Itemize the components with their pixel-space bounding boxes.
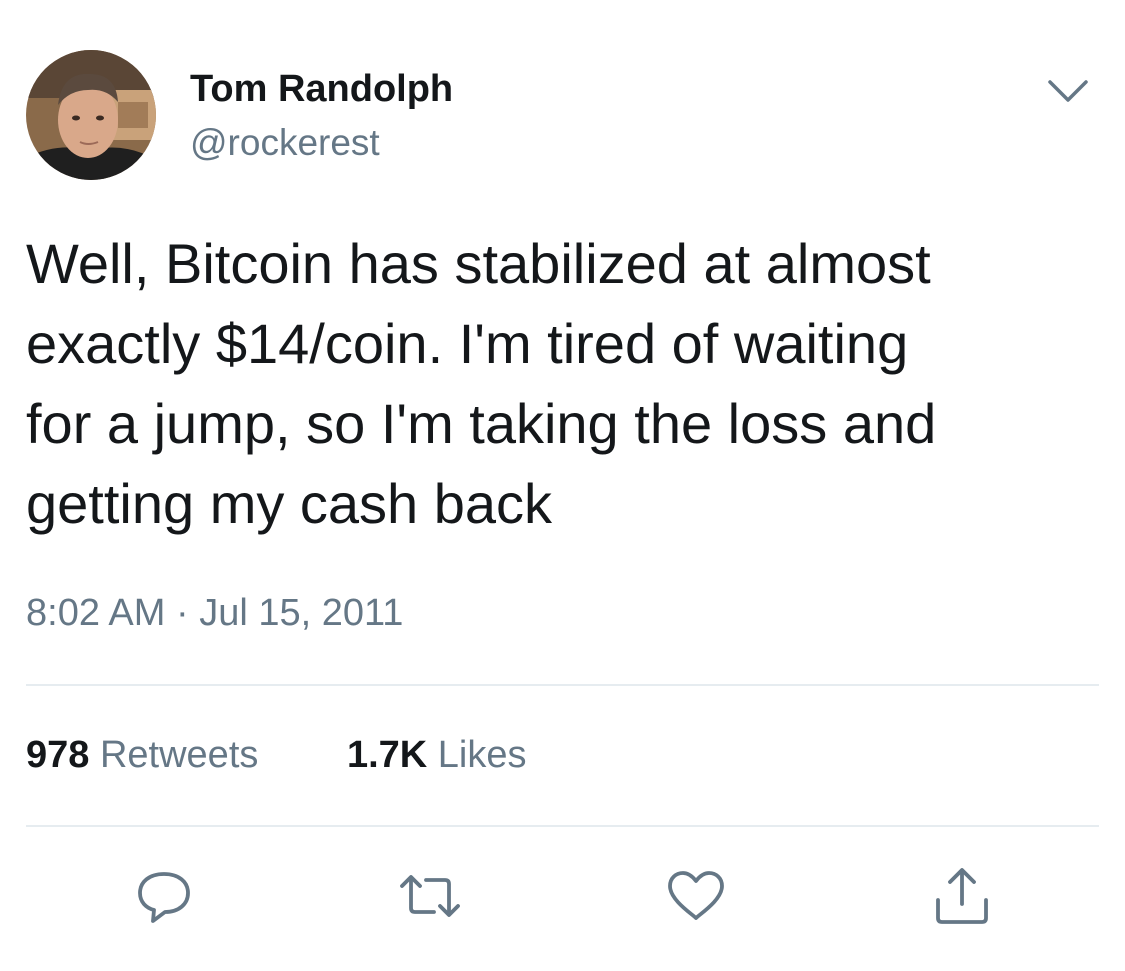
- chevron-down-icon[interactable]: [1040, 66, 1096, 116]
- divider: [26, 825, 1099, 827]
- retweet-icon[interactable]: [398, 864, 462, 928]
- retweets-label: Retweets: [99, 734, 259, 776]
- likes-label: Likes: [437, 734, 527, 776]
- meta-separator: ·: [175, 592, 189, 634]
- retweets-stat[interactable]: 978 Retweets: [26, 730, 258, 780]
- reply-icon[interactable]: [132, 864, 196, 928]
- avatar[interactable]: [26, 50, 156, 180]
- share-icon[interactable]: [930, 864, 994, 928]
- likes-count: 1.7K: [346, 734, 428, 776]
- tweet-text: Well, Bitcoin has stabilized at almost e…: [26, 232, 937, 535]
- author-handle[interactable]: @rockerest: [190, 120, 380, 166]
- avatar-photo: [26, 50, 156, 180]
- tweet-date: Jul 15, 2011: [199, 592, 404, 634]
- retweets-count: 978: [26, 734, 90, 776]
- tweet-timestamp[interactable]: 8:02 AM · Jul 15, 2011: [26, 588, 403, 638]
- tweet-stats: 978 Retweets 1.7K Likes: [26, 730, 605, 780]
- tweet-time: 8:02 AM: [26, 592, 166, 634]
- likes-stat[interactable]: 1.7K Likes: [347, 730, 527, 780]
- like-icon[interactable]: [664, 864, 728, 928]
- author-display-name[interactable]: Tom Randolph: [190, 66, 453, 112]
- divider: [26, 684, 1099, 686]
